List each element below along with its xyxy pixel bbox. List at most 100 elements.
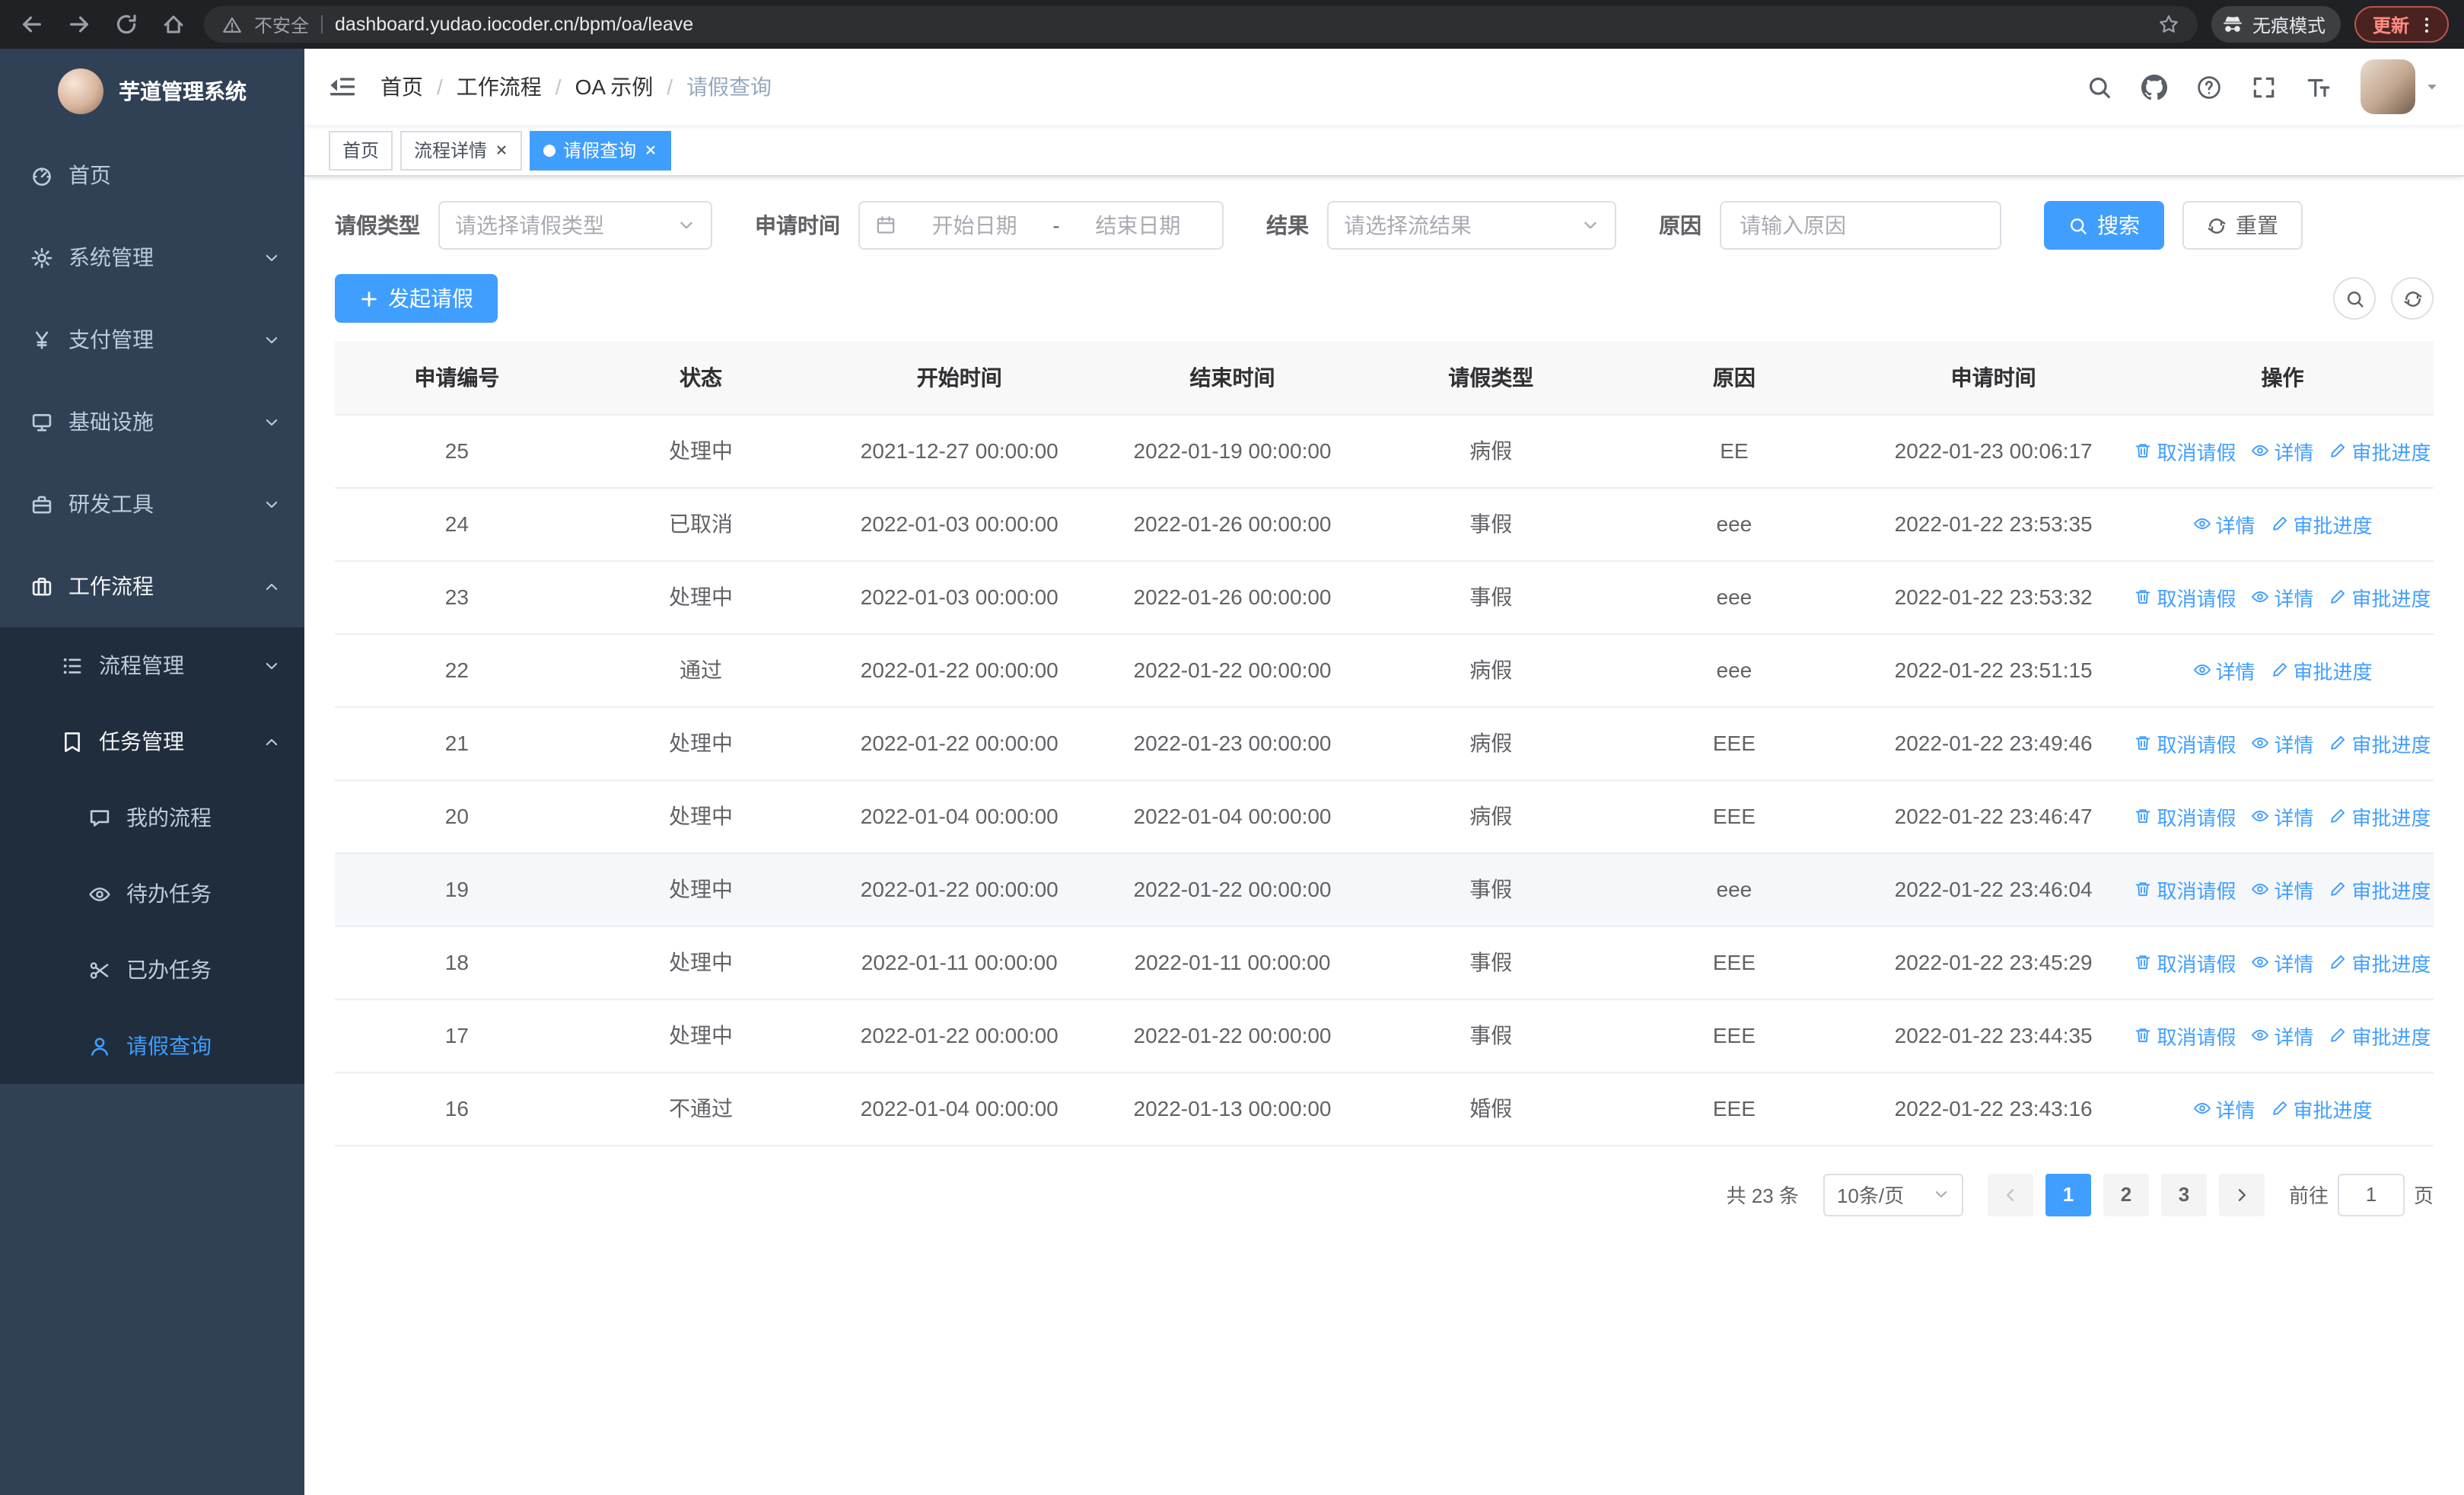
cancel-action-link[interactable]: 取消请假 — [2134, 728, 2236, 757]
bookmark-star-icon[interactable] — [2158, 14, 2179, 35]
font-size-button[interactable] — [2306, 74, 2332, 100]
cancel-action-link[interactable]: 取消请假 — [2134, 436, 2236, 465]
header-search-button[interactable] — [2087, 74, 2112, 100]
detail-action-link[interactable]: 详情 — [2192, 1094, 2255, 1123]
breadcrumb-item[interactable]: 首页 — [380, 72, 423, 102]
browser-update-button[interactable]: 更新 — [2354, 6, 2449, 43]
eye-icon — [2192, 661, 2211, 679]
cancel-action-link[interactable]: 取消请假 — [2134, 582, 2236, 611]
result-select[interactable]: 请选择流结果 — [1327, 201, 1616, 250]
page-button-3[interactable]: 3 — [2160, 1173, 2207, 1216]
user-menu[interactable] — [2361, 59, 2440, 114]
apply-time-range-picker[interactable]: 开始日期 - 结束日期 — [858, 201, 1224, 250]
detail-action-link[interactable]: 详情 — [2252, 728, 2314, 757]
page-button-2[interactable]: 2 — [2103, 1173, 2149, 1216]
page-button-1[interactable]: 1 — [2045, 1173, 2091, 1216]
browser-menu-icon[interactable] — [2417, 14, 2437, 34]
reset-button[interactable]: 重置 — [2182, 201, 2303, 250]
app-logo[interactable]: 芋道管理系统 — [0, 49, 304, 134]
tab-leave-query[interactable]: 请假查询 — [530, 130, 672, 170]
help-button[interactable] — [2196, 74, 2222, 100]
table-row-23: 23 处理中 2022-01-03 00:00:00 2022-01-26 00:00… — [335, 560, 2434, 634]
progress-action-link[interactable]: 审批进度 — [2329, 582, 2431, 611]
browser-reload-button[interactable] — [110, 8, 143, 41]
cell-operations: 取消请假 详情 审批进度 — [2131, 853, 2434, 926]
detail-action-link[interactable]: 详情 — [2252, 802, 2314, 830]
sidebar-item-payment-management[interactable]: 支付管理 — [0, 298, 304, 381]
breadcrumb: 首页 / 工作流程 / OA 示例 / 请假查询 — [380, 72, 772, 102]
progress-action-link[interactable]: 审批进度 — [2329, 436, 2431, 465]
next-page-button[interactable] — [2218, 1173, 2265, 1216]
page-size-select[interactable]: 10条/页 — [1823, 1173, 1963, 1216]
trash-icon — [2134, 734, 2152, 752]
leave-type-select[interactable]: 请选择请假类型 — [438, 201, 712, 250]
sidebar-item-dev-tools[interactable]: 研发工具 — [0, 463, 304, 545]
detail-action-link[interactable]: 详情 — [2252, 1021, 2314, 1050]
detail-action-link[interactable]: 详情 — [2252, 948, 2314, 977]
sidebar-item-infrastructure[interactable]: 基础设施 — [0, 381, 304, 463]
sidebar-item-my-processes[interactable]: 我的流程 — [0, 779, 304, 856]
sidebar-item-task-management[interactable]: 任务管理 — [0, 703, 304, 779]
cancel-action-link[interactable]: 取消请假 — [2134, 948, 2236, 977]
column-header-leave-type: 请假类型 — [1368, 341, 1613, 415]
tab-home[interactable]: 首页 — [329, 130, 393, 170]
browser-forward-button[interactable] — [62, 8, 96, 41]
cell-end-time: 2022-01-22 00:00:00 — [1096, 633, 1369, 707]
prev-page-button[interactable] — [1987, 1173, 2033, 1216]
cancel-action-link[interactable]: 取消请假 — [2134, 802, 2236, 830]
edit-icon — [2271, 661, 2289, 679]
eye-icon — [2252, 588, 2270, 606]
cell-apply-time: 2022-01-22 23:46:04 — [1855, 853, 2132, 926]
column-header-start-time: 开始时间 — [823, 341, 1097, 415]
sidebar-item-system-management[interactable]: 系统管理 — [0, 216, 304, 298]
github-link[interactable] — [2141, 74, 2167, 100]
detail-action-link[interactable]: 详情 — [2252, 582, 2314, 611]
sidebar-toggle-button[interactable] — [329, 73, 356, 100]
detail-action-link[interactable]: 详情 — [2192, 655, 2255, 684]
browser-home-button[interactable] — [157, 8, 190, 41]
logo-avatar-image — [58, 69, 103, 114]
cell-reason: eee — [1612, 560, 1856, 634]
sidebar-item-process-management[interactable]: 流程管理 — [0, 627, 304, 703]
refresh-table-button[interactable] — [2391, 277, 2434, 320]
detail-action-link[interactable]: 详情 — [2192, 509, 2255, 538]
close-tab-icon[interactable] — [495, 143, 508, 157]
progress-action-link[interactable]: 审批进度 — [2329, 1021, 2431, 1050]
cancel-action-link[interactable]: 取消请假 — [2134, 875, 2236, 904]
progress-action-link[interactable]: 审批进度 — [2271, 655, 2373, 684]
browser-back-button[interactable] — [15, 8, 49, 41]
address-bar[interactable]: 不安全 dashboard.yudao.iocoder.cn/bpm/oa/le… — [204, 6, 2198, 43]
sidebar-item-leave-query[interactable]: 请假查询 — [0, 1008, 304, 1084]
goto-page: 前往 页 — [2289, 1173, 2434, 1216]
progress-action-link[interactable]: 审批进度 — [2271, 1094, 2373, 1123]
progress-action-link[interactable]: 审批进度 — [2271, 509, 2373, 538]
table-row-19: 19 处理中 2022-01-22 00:00:00 2022-01-22 00:00… — [335, 853, 2434, 926]
cell-status: 处理中 — [578, 560, 823, 634]
sidebar-item-home[interactable]: 首页 — [0, 134, 304, 216]
chevron-right-icon — [2233, 1185, 2251, 1203]
reason-input[interactable]: 请输入原因 — [1720, 201, 2001, 250]
cancel-action-link[interactable]: 取消请假 — [2134, 1021, 2236, 1050]
progress-action-link[interactable]: 审批进度 — [2329, 728, 2431, 757]
filter-reason: 原因 请输入原因 — [1659, 201, 2001, 250]
search-button[interactable]: 搜索 — [2044, 201, 2164, 250]
tab-process-detail[interactable]: 流程详情 — [400, 130, 523, 170]
sidebar-item-workflow[interactable]: 工作流程 — [0, 545, 304, 627]
fullscreen-button[interactable] — [2251, 74, 2277, 100]
cell-operations: 详情 审批进度 — [2131, 1072, 2434, 1146]
progress-action-link[interactable]: 审批进度 — [2329, 802, 2431, 830]
progress-action-link[interactable]: 审批进度 — [2329, 948, 2431, 977]
breadcrumb-item[interactable]: OA 示例 — [575, 72, 654, 102]
breadcrumb-item[interactable]: 工作流程 — [457, 72, 542, 102]
progress-action-link[interactable]: 审批进度 — [2329, 875, 2431, 904]
edit-icon — [2271, 1099, 2289, 1117]
toggle-search-button[interactable] — [2333, 277, 2376, 320]
sidebar-item-done-tasks[interactable]: 已办任务 — [0, 932, 304, 1008]
create-leave-button[interactable]: 发起请假 — [335, 274, 498, 323]
sidebar-item-todo-tasks[interactable]: 待办任务 — [0, 856, 304, 932]
cell-status: 处理中 — [578, 706, 823, 780]
detail-action-link[interactable]: 详情 — [2252, 875, 2314, 904]
close-tab-icon[interactable] — [644, 143, 657, 157]
goto-page-input[interactable] — [2337, 1173, 2405, 1216]
detail-action-link[interactable]: 详情 — [2252, 436, 2314, 465]
